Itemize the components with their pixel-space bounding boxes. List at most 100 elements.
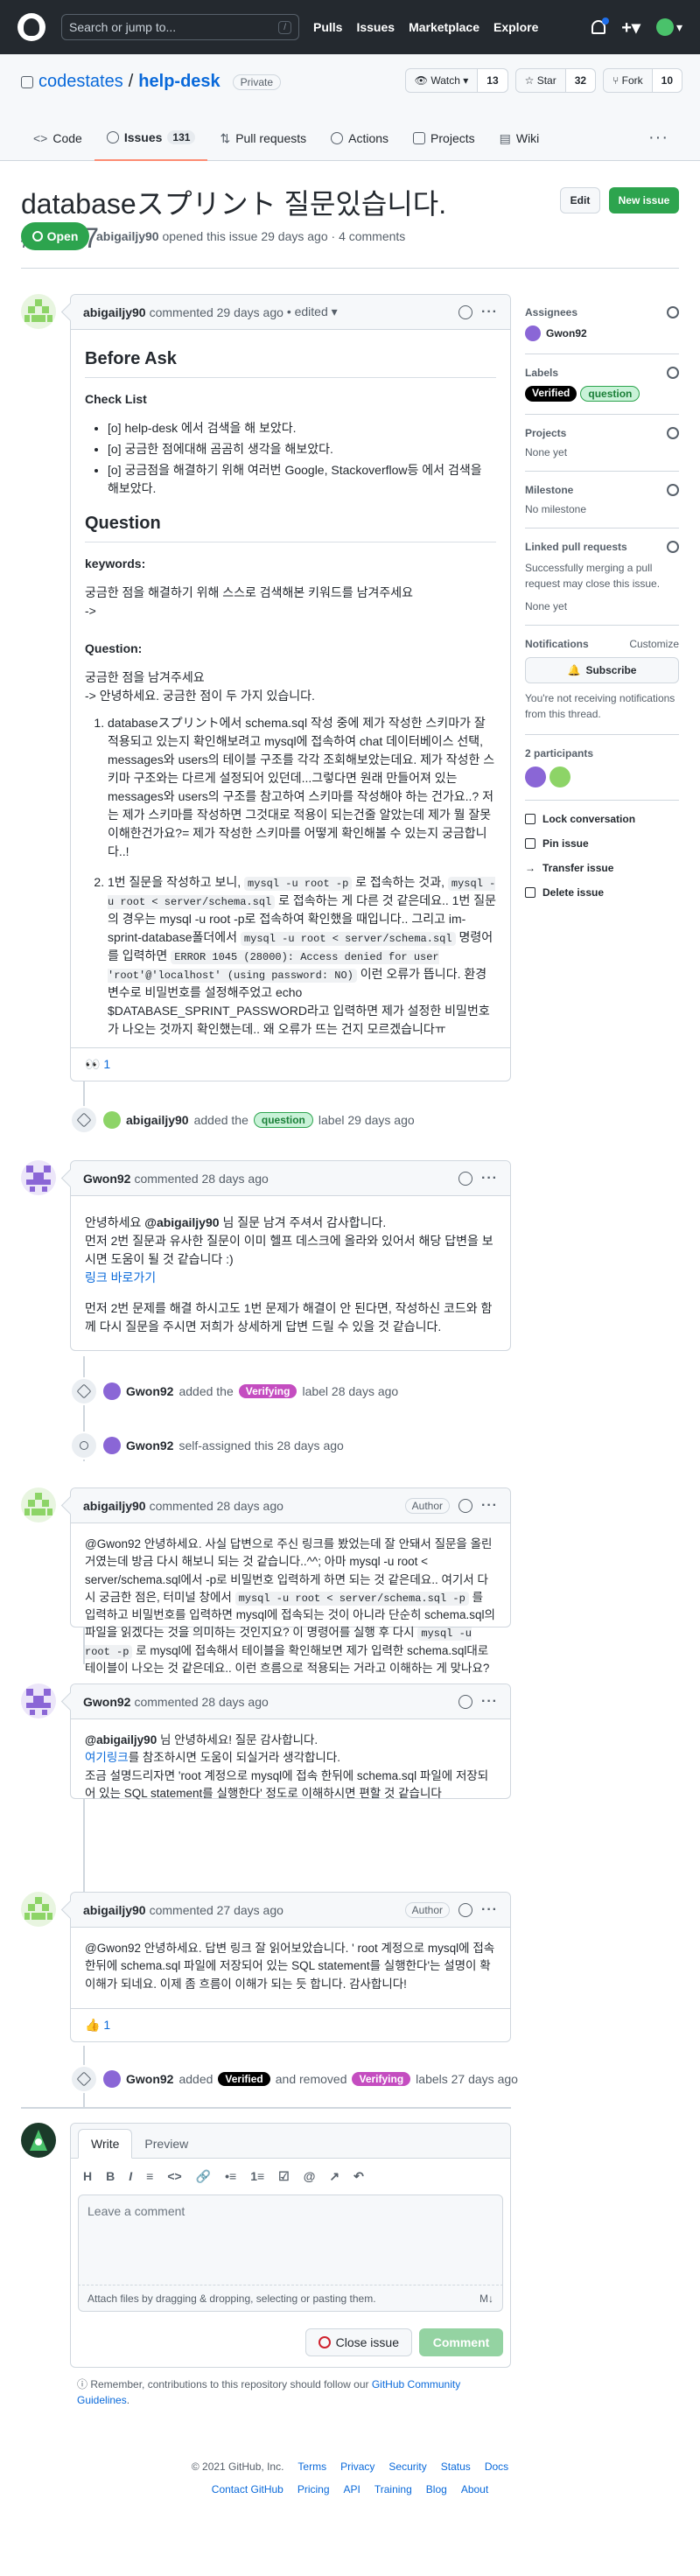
nav-marketplace[interactable]: Marketplace [409, 20, 480, 34]
avatar[interactable] [103, 1382, 121, 1400]
quote-icon[interactable]: ≡ [146, 2169, 153, 2184]
avatar[interactable] [103, 2070, 121, 2088]
reaction-eyes[interactable]: 👀 1 [71, 1047, 510, 1081]
footer-link-blog[interactable]: Blog [426, 2483, 447, 2496]
tab-code[interactable]: <> Code [21, 116, 94, 161]
user-mention[interactable]: @abigailjy90 [85, 1733, 157, 1746]
repo-name-link[interactable]: help-desk [138, 72, 220, 92]
watch-count[interactable]: 13 [477, 69, 508, 92]
comment-author[interactable]: abigailjy90 [83, 1903, 146, 1917]
gear-icon[interactable] [667, 427, 679, 439]
event-user[interactable]: abigailjy90 [126, 1113, 189, 1127]
help-link[interactable]: 링크 바로가기 [85, 1270, 156, 1284]
link-icon[interactable]: 🔗 [196, 2169, 211, 2184]
label-question[interactable]: question [253, 1112, 313, 1128]
assignee[interactable]: Gwon92 [525, 326, 679, 341]
smiley-icon[interactable] [458, 1694, 473, 1709]
label-verifying[interactable]: Verifying [352, 2072, 411, 2086]
smiley-icon[interactable] [458, 304, 473, 319]
footer-link-about[interactable]: About [461, 2483, 488, 2496]
bullet-list-icon[interactable]: •≡ [225, 2169, 236, 2184]
nav-issues[interactable]: Issues [356, 20, 395, 34]
footer-link-status[interactable]: Status [441, 2460, 471, 2473]
comment-author[interactable]: Gwon92 [83, 1695, 130, 1709]
customize-link[interactable]: Customize [629, 638, 679, 650]
nav-pulls[interactable]: Pulls [313, 20, 342, 34]
edit-button[interactable]: Edit [560, 187, 600, 214]
plus-icon[interactable]: +▾ [621, 17, 640, 38]
event-user[interactable]: Gwon92 [126, 1384, 173, 1398]
avatar[interactable] [103, 1437, 121, 1454]
comment-author[interactable]: Gwon92 [83, 1172, 130, 1186]
watch-button[interactable]: 👁 Watch ▾ 13 [404, 68, 508, 93]
tab-actions[interactable]: Actions [318, 116, 401, 161]
avatar[interactable] [103, 1111, 121, 1129]
tab-preview[interactable]: Preview [132, 2130, 200, 2158]
avatar[interactable] [21, 1488, 56, 1522]
label-verifying[interactable]: Verifying [238, 1384, 298, 1398]
undo-icon[interactable]: ↶ [354, 2169, 364, 2184]
avatar[interactable] [21, 294, 56, 329]
comment-button[interactable]: Comment [419, 2328, 503, 2356]
comment-author[interactable]: abigailjy90 [83, 305, 146, 319]
fork-count[interactable]: 10 [651, 69, 682, 92]
subscribe-button[interactable]: 🔔 Subscribe [525, 657, 679, 683]
comment-textarea[interactable]: Leave a comment [78, 2194, 503, 2286]
footer-link-training[interactable]: Training [374, 2483, 412, 2496]
avatar[interactable] [21, 1160, 56, 1195]
numbered-list-icon[interactable]: 1≡ [250, 2169, 264, 2184]
avatar[interactable] [21, 1892, 56, 1927]
footer-link-api[interactable]: API [344, 2483, 360, 2496]
assignees-heading[interactable]: Assignees [525, 306, 679, 318]
star-count[interactable]: 32 [564, 69, 596, 92]
smiley-icon[interactable] [458, 1902, 473, 1917]
pin-issue-button[interactable]: Pin issue [525, 837, 679, 850]
mention-icon[interactable]: @ [304, 2169, 316, 2184]
new-issue-button[interactable]: New issue [609, 187, 679, 214]
label-verified[interactable]: Verified [218, 2072, 270, 2086]
comment-time[interactable]: commented 28 days ago [150, 1499, 284, 1513]
tab-wiki[interactable]: ▤ Wiki [487, 116, 552, 161]
gear-icon[interactable] [667, 306, 679, 318]
avatar[interactable] [21, 1684, 56, 1718]
reaction-thumbs-up[interactable]: 👍 1 [71, 2008, 510, 2041]
avatar[interactable] [525, 766, 546, 788]
heading-icon[interactable]: H [83, 2169, 92, 2184]
fork-button[interactable]: ⑂ Fork 10 [603, 68, 682, 93]
attach-files-area[interactable]: Attach files by dragging & dropping, sel… [78, 2286, 503, 2312]
footer-link-privacy[interactable]: Privacy [340, 2460, 374, 2473]
issue-author-link[interactable]: abigailjy90 [96, 229, 159, 243]
footer-link-security[interactable]: Security [388, 2460, 426, 2473]
smiley-icon[interactable] [458, 1171, 473, 1186]
kebab-menu-icon[interactable]: ··· [481, 304, 498, 320]
markdown-icon[interactable]: M↓ [480, 2292, 494, 2305]
gear-icon[interactable] [667, 484, 679, 496]
event-user[interactable]: Gwon92 [126, 1438, 173, 1452]
delete-issue-button[interactable]: Delete issue [525, 886, 679, 899]
footer-link-terms[interactable]: Terms [298, 2460, 326, 2473]
transfer-issue-button[interactable]: → Transfer issue [525, 862, 679, 874]
repo-owner-link[interactable]: codestates [38, 72, 123, 92]
label-verified[interactable]: Verified [525, 386, 578, 402]
milestone-heading[interactable]: Milestone [525, 484, 679, 496]
user-mention[interactable]: @abigailjy90 [144, 1215, 219, 1229]
smiley-icon[interactable] [458, 1498, 473, 1513]
kebab-menu-icon[interactable]: ··· [481, 1498, 498, 1514]
footer-link-contact[interactable]: Contact GitHub [212, 2483, 284, 2496]
kebab-menu-icon[interactable]: ··· [481, 1694, 498, 1710]
labels-heading[interactable]: Labels [525, 367, 679, 379]
avatar[interactable] [550, 766, 570, 788]
search-input[interactable]: Search or jump to... / [61, 14, 299, 40]
comment-time[interactable]: commented 28 days ago [134, 1695, 268, 1709]
kebab-menu-icon[interactable]: ··· [481, 1171, 498, 1186]
italic-icon[interactable]: I [129, 2169, 132, 2184]
star-button[interactable]: ☆ Star 32 [514, 68, 597, 93]
code-icon[interactable]: <> [167, 2169, 181, 2184]
task-list-icon[interactable]: ☑ [278, 2169, 290, 2184]
projects-heading[interactable]: Projects [525, 427, 679, 439]
footer-link-pricing[interactable]: Pricing [298, 2483, 330, 2496]
tab-issues[interactable]: Issues 131 [94, 116, 208, 161]
gear-icon[interactable] [667, 367, 679, 379]
lock-conversation-button[interactable]: Lock conversation [525, 813, 679, 825]
close-issue-button[interactable]: Close issue [304, 2328, 412, 2356]
